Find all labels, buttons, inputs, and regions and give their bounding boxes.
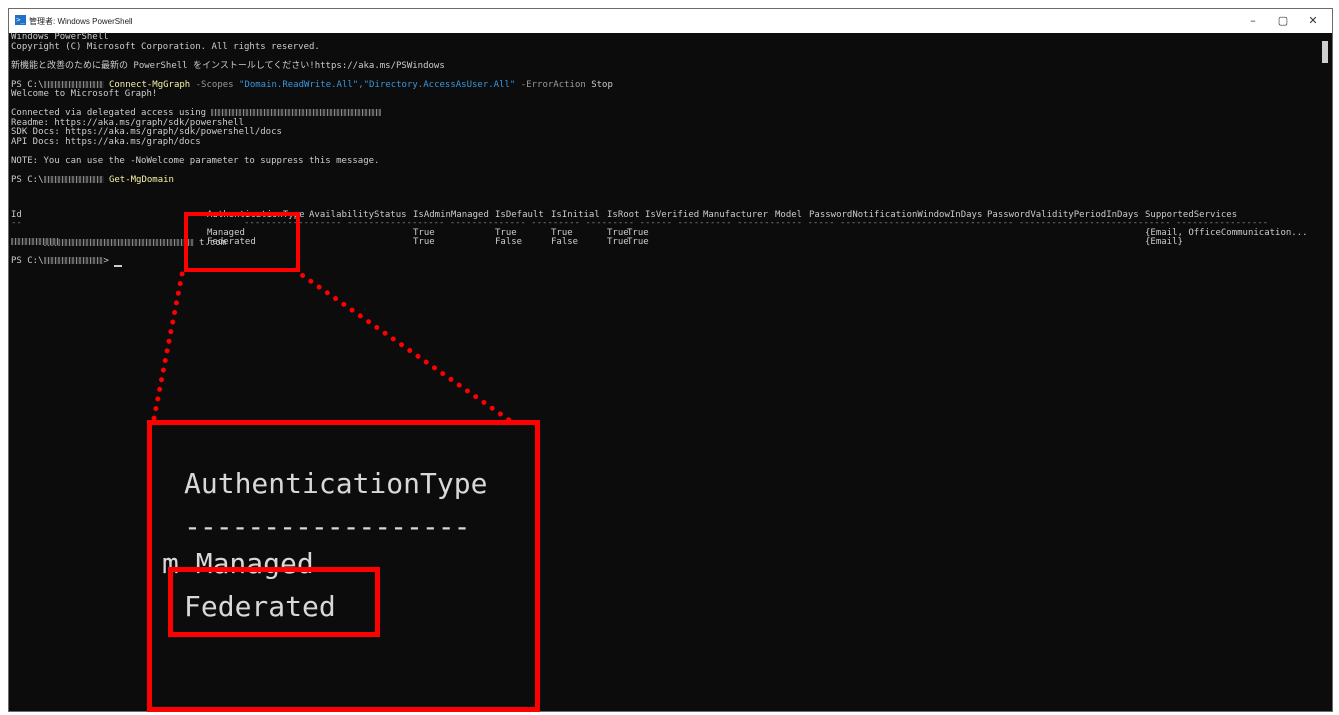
zoom-highlight-box bbox=[168, 567, 380, 637]
prompt: PS C:\ bbox=[11, 256, 44, 266]
highlight-box bbox=[184, 212, 300, 272]
connected-text: Connected via delegated access using bbox=[11, 108, 212, 118]
redacted-path bbox=[43, 175, 104, 183]
connect-command-line: PS C:\ Connect-MgGraph -Scopes "Domain.R… bbox=[11, 79, 1318, 91]
zoom-inset: AuthenticationType ------------------ m … bbox=[147, 420, 540, 712]
cell-isroot: True bbox=[607, 237, 629, 247]
sdk-docs-line: SDK Docs: https://aka.ms/graph/sdk/power… bbox=[11, 127, 282, 137]
install-message: 新機能と改善のために最新の PowerShell をインストールしてください!h… bbox=[11, 60, 445, 71]
close-button[interactable]: ✕ bbox=[1300, 12, 1326, 30]
copyright-line: Copyright (C) Microsoft Corporation. All… bbox=[11, 41, 320, 52]
parameter: -ErrorAction bbox=[520, 79, 586, 90]
redacted-account bbox=[211, 109, 382, 116]
title-bar[interactable]: >_ 管理者: Windows PowerShell – ▢ ✕ bbox=[9, 9, 1332, 33]
cell-supported-services: {Email} bbox=[1145, 237, 1183, 247]
cmdlet-name: Get-MgDomain bbox=[108, 174, 174, 185]
cmdlet-name: Connect-MgGraph bbox=[108, 79, 191, 90]
powershell-icon: >_ bbox=[15, 15, 26, 25]
parameter: -Scopes bbox=[195, 79, 234, 90]
vertical-scrollbar[interactable] bbox=[1320, 33, 1330, 711]
parameter-value: Stop bbox=[591, 79, 613, 90]
redacted-domain bbox=[11, 238, 59, 245]
zoom-underline: ------------------ bbox=[184, 510, 470, 543]
cell-isadminmanaged: True bbox=[413, 237, 435, 247]
redacted-domain bbox=[43, 238, 194, 246]
text-cursor bbox=[114, 264, 123, 267]
get-domain-command-line: PS C:\ Get-MgDomain bbox=[11, 174, 1318, 186]
parameter-value: "Domain.ReadWrite.All","Directory.Access… bbox=[239, 79, 516, 90]
redacted-path bbox=[43, 80, 104, 88]
api-docs-line: API Docs: https://aka.ms/graph/docs bbox=[11, 136, 201, 147]
cell-isdefault: False bbox=[495, 237, 523, 247]
redacted-path bbox=[43, 257, 104, 264]
prompt: PS C:\ bbox=[11, 174, 44, 185]
note-line: NOTE: You can use the -NoWelcome paramet… bbox=[11, 155, 380, 166]
zoom-header: AuthenticationType bbox=[184, 467, 488, 500]
minimize-button[interactable]: – bbox=[1240, 12, 1266, 30]
maximize-button[interactable]: ▢ bbox=[1270, 12, 1296, 30]
welcome-line: Welcome to Microsoft Graph! bbox=[11, 89, 158, 99]
table-row bbox=[11, 238, 59, 248]
cell-isinitial: False bbox=[551, 237, 579, 247]
prompt: PS C:\ bbox=[11, 79, 44, 90]
scrollbar-thumb[interactable] bbox=[1322, 41, 1328, 63]
window-title: 管理者: Windows PowerShell bbox=[29, 17, 133, 26]
final-prompt-line[interactable]: PS C:\ > bbox=[11, 256, 123, 267]
cell-isverified: True bbox=[627, 237, 649, 247]
